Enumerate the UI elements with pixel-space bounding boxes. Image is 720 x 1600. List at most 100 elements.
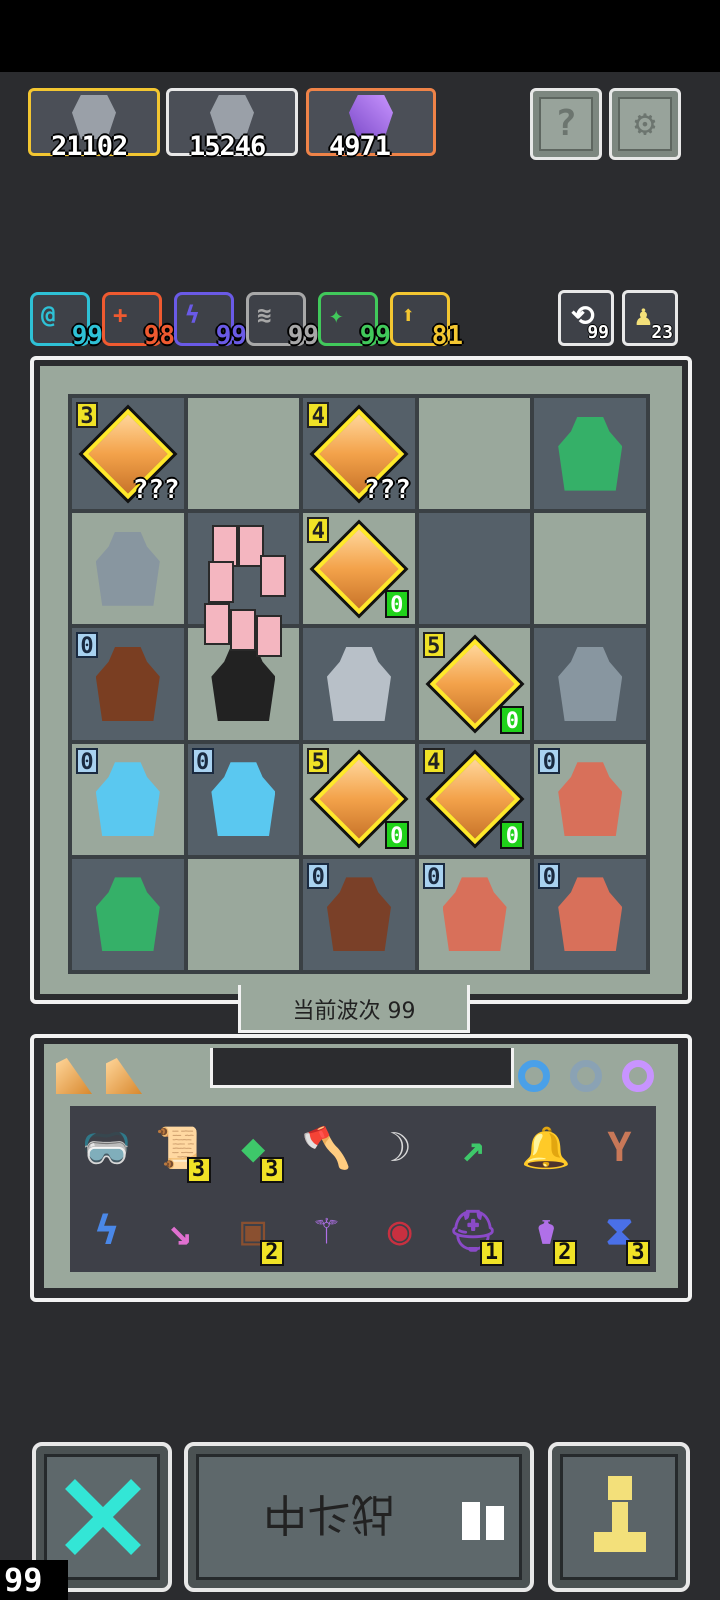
item-count: 2: [552, 1240, 577, 1266]
buff-value: 98: [143, 321, 175, 351]
board-cell[interactable]: [534, 398, 646, 510]
inventory-item[interactable]: ⛑ 1: [436, 1189, 509, 1272]
damage-numbers: [198, 525, 288, 657]
buff-6[interactable]: ⬆ 81: [390, 292, 463, 351]
board-cell[interactable]: [534, 513, 646, 625]
slingshot-icon: Y: [607, 1124, 632, 1171]
inventory-item[interactable]: 🪓: [290, 1106, 363, 1189]
battle-button[interactable]: 战斗中: [184, 1442, 534, 1592]
inventory-item[interactable]: 📜 3: [143, 1106, 216, 1189]
inventory-item[interactable]: ⧗ 3: [583, 1189, 656, 1272]
board-cell[interactable]: 0: [72, 628, 184, 740]
buff-5[interactable]: ✦ 99: [318, 292, 391, 351]
green-leaf-icon: ✦: [329, 301, 344, 329]
purple-lightning-icon: ϟ: [185, 301, 200, 329]
hero-fighting-icon: [211, 646, 276, 721]
board-cell[interactable]: 0: [187, 743, 300, 855]
wave-label: 当前波次 99: [292, 999, 416, 1024]
board-cell[interactable]: 3???: [72, 398, 184, 510]
pawn-icon: ♟: [635, 299, 652, 332]
stone-golem-icon: [95, 531, 160, 606]
inventory-item[interactable]: 🥽: [70, 1106, 143, 1189]
item-count: 3: [186, 1157, 211, 1183]
purple-staff-icon: ⚚: [314, 1207, 339, 1254]
board-cell[interactable]: 40: [418, 743, 531, 855]
book-icon: [462, 1502, 504, 1540]
level-badge: 0: [307, 862, 330, 890]
grey-armor-icon[interactable]: [570, 1060, 602, 1092]
settings-button[interactable]: ⚙: [609, 88, 681, 160]
red-orc-axe-icon: [442, 877, 507, 952]
status-bar: [0, 0, 720, 72]
buff-value: 81: [431, 321, 463, 351]
refresh-count: 99: [587, 322, 609, 343]
board-grid: 3??? 4??? 4 0 0 5 0 0 0 5 0 4 0 0 0 0 0: [68, 394, 650, 974]
board-cell[interactable]: 0: [534, 858, 646, 970]
scythe-icon: ☽: [387, 1124, 412, 1171]
board-cell[interactable]: [534, 628, 646, 740]
board-cell[interactable]: 0: [72, 743, 184, 855]
cyan-swirl-icon: @: [41, 301, 56, 329]
gold-ring-icon[interactable]: [622, 1060, 654, 1092]
count-badge: 0: [500, 820, 525, 849]
buff-2[interactable]: +98: [102, 292, 175, 351]
board-cell[interactable]: 0: [418, 858, 531, 970]
inventory-item[interactable]: Y: [583, 1106, 656, 1189]
ice-demon-icon: [211, 762, 276, 837]
yellow-arrow-icon: ⬆: [401, 301, 416, 329]
red-eye-icon: ◉: [387, 1207, 412, 1254]
blue-ring-icon[interactable]: [518, 1060, 550, 1092]
buff-4[interactable]: ≋ 99: [246, 292, 319, 351]
inventory-grid: 🥽 📜 3 ◆ 3 🪓 ☽ ↗ 🔔 Yϟ ↘ ▣ 2 ⚚ ◉ ⛑ 1 ⚱ 2 ⧗ 3: [70, 1106, 656, 1272]
board-cell[interactable]: [303, 628, 415, 740]
inventory-item[interactable]: ▣ 2: [217, 1189, 290, 1272]
resource-2: 15246: [166, 88, 298, 162]
help-button[interactable]: ?: [530, 88, 602, 160]
inventory-item[interactable]: ☽: [363, 1106, 436, 1189]
board-cell[interactable]: 40: [303, 513, 415, 625]
refresh-button[interactable]: ⟲ 99: [558, 290, 614, 346]
level-badge: 0: [538, 747, 561, 775]
inventory-item[interactable]: ↗: [436, 1106, 509, 1189]
board-cell[interactable]: 4???: [303, 398, 415, 510]
count-badge: 0: [384, 590, 409, 619]
board-cell[interactable]: [187, 858, 300, 970]
inventory-item[interactable]: ϟ: [70, 1189, 143, 1272]
inventory-item[interactable]: ⚱ 2: [510, 1189, 583, 1272]
board-cell[interactable]: [418, 513, 531, 625]
inventory-item[interactable]: 🔔: [510, 1106, 583, 1189]
pawn-count: 23: [651, 322, 673, 343]
resource-value: 21102: [51, 131, 128, 162]
orange-cross-icon: +: [113, 301, 128, 329]
resource-value: 4971: [329, 131, 391, 162]
red-orc-axe-icon: [558, 877, 623, 952]
pawn-button[interactable]: ♟ 23: [622, 290, 678, 346]
orange-axe-icon: 🪓: [301, 1125, 352, 1171]
green-arrow-icon: ↗: [460, 1124, 485, 1171]
green-dragon-icon: [95, 877, 160, 952]
buff-1[interactable]: @99: [30, 292, 103, 351]
level-badge: 0: [191, 747, 214, 775]
inventory-item[interactable]: ⚚: [290, 1189, 363, 1272]
board-cell[interactable]: 50: [303, 743, 415, 855]
level-badge: 3: [76, 402, 98, 429]
buff-3[interactable]: ϟ 99: [174, 292, 247, 351]
count-badge: 0: [500, 705, 525, 734]
board-cell[interactable]: [72, 858, 184, 970]
pawn-large-button[interactable]: [548, 1442, 690, 1592]
count-badge: 0: [384, 820, 409, 849]
board-cell[interactable]: 50: [418, 628, 531, 740]
gear-icon: ⚙: [634, 103, 656, 144]
blue-wind-icon: ϟ: [94, 1207, 119, 1254]
board-cell[interactable]: [187, 398, 300, 510]
board-cell[interactable]: [418, 398, 531, 510]
inventory-item[interactable]: ◆ 3: [217, 1106, 290, 1189]
board-cell[interactable]: [72, 513, 184, 625]
question-icon: ?: [555, 103, 577, 144]
battle-label: 战斗中: [263, 1488, 395, 1539]
inventory-item[interactable]: ↘: [143, 1189, 216, 1272]
item-count: 3: [626, 1240, 650, 1266]
inventory-item[interactable]: ◉: [363, 1189, 436, 1272]
board-cell[interactable]: 0: [303, 858, 415, 970]
board-cell[interactable]: 0: [534, 743, 646, 855]
